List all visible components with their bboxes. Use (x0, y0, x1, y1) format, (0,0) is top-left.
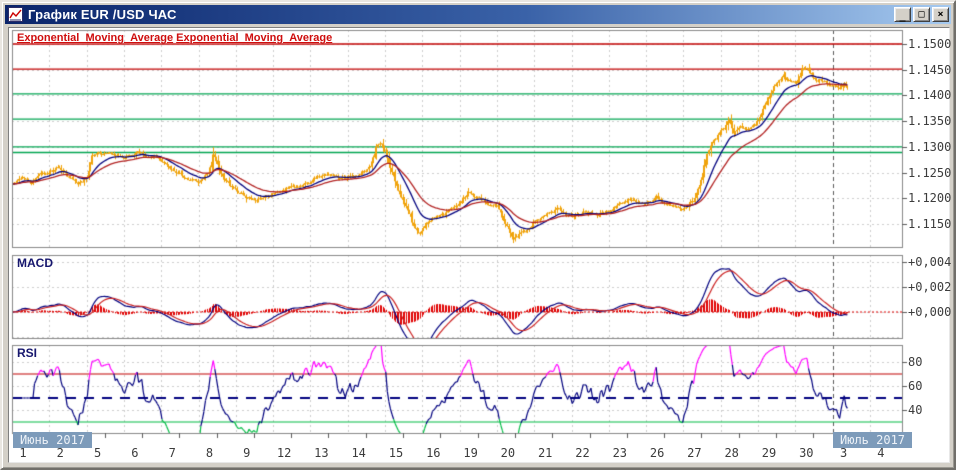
chart-window: { "window": { "title": "График EUR /USD … (0, 0, 956, 470)
close-button[interactable]: × (932, 7, 949, 22)
window-title: График EUR /USD ЧАС (28, 7, 177, 22)
maximize-button[interactable]: □ (913, 7, 930, 22)
ema-legend: Exponential_Moving_Average Exponential_M… (17, 32, 332, 44)
macd-panel-label: MACD (17, 256, 53, 270)
title-bar[interactable]: График EUR /USD ЧАС _ □ × (5, 5, 951, 24)
ema-legend-1: Exponential_Moving_Average (17, 32, 174, 44)
minimize-button[interactable]: _ (894, 7, 911, 22)
month-label-july: Июль 2017 (833, 432, 913, 448)
month-label-june: Июнь 2017 (13, 432, 93, 448)
rsi-panel-label: RSI (17, 346, 38, 360)
price-chart-canvas[interactable] (0, 0, 956, 470)
chart-icon[interactable] (8, 7, 23, 22)
ema-legend-2: Exponential_Moving_Average (176, 32, 333, 44)
